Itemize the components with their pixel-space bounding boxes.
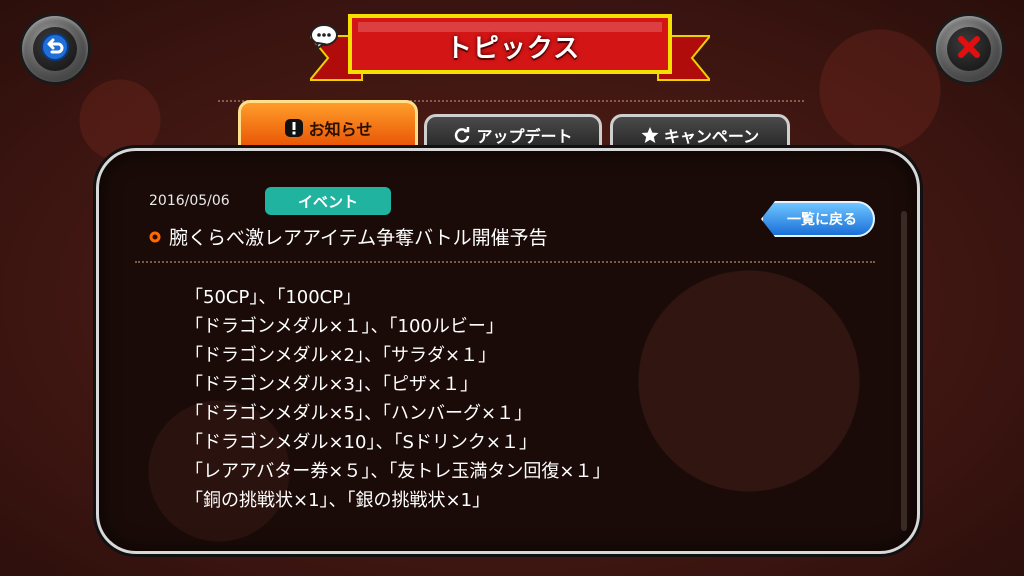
body-line: 「ドラゴンメダル×5」、「ハンバーグ×１」 <box>185 403 533 424</box>
tab-news[interactable]: お知らせ <box>238 100 418 153</box>
article-divider <box>135 261 875 263</box>
article-headline: 腕くらべ激レアアイテム争奪バトル開催予告 <box>149 223 548 250</box>
body-line: 「ドラゴンメダル×2」、「サラダ×１」 <box>185 345 497 366</box>
tab-campaign-label: キャンペーン <box>663 127 760 146</box>
exclamation-icon <box>284 118 304 138</box>
scrollbar[interactable] <box>901 211 907 531</box>
body-line: 「ドラゴンメダル×3」、「ピザ×１」 <box>185 374 479 395</box>
back-to-list-button[interactable]: 一覧に戻る <box>761 201 875 237</box>
article-panel: 2016/05/06 イベント 腕くらべ激レアアイテム争奪バトル開催予告 一覧に… <box>96 148 920 554</box>
back-button[interactable] <box>22 16 88 82</box>
flame-bullet-icon <box>149 231 161 243</box>
back-arrow-icon <box>40 32 70 66</box>
category-badge: イベント <box>265 187 391 215</box>
close-button[interactable] <box>936 16 1002 82</box>
body-line: 「銅の挑戦状×1」、「銀の挑戦状×1」 <box>185 490 491 511</box>
body-line: 「レアアバター券×５」、「友トレ玉満タン回復×１」 <box>185 461 611 482</box>
close-x-icon <box>954 32 984 66</box>
body-line: 「ドラゴンメダル×１」、「100ルビー」 <box>185 316 504 337</box>
page-title: トピックス <box>445 33 581 64</box>
article-date: 2016/05/06 <box>149 193 230 209</box>
star-icon <box>641 126 659 144</box>
article-body: 「50CP」、「100CP」 「ドラゴンメダル×１」、「100ルビー」 「ドラゴ… <box>185 283 610 515</box>
article-title: 腕くらべ激レアアイテム争奪バトル開催予告 <box>169 227 548 249</box>
tab-news-label: お知らせ <box>308 120 373 139</box>
refresh-icon <box>453 126 471 144</box>
body-line: 「50CP」、「100CP」 <box>185 287 362 308</box>
title-banner: トピックス <box>310 14 710 90</box>
tab-update-label: アップデート <box>476 127 573 146</box>
body-line: 「ドラゴンメダル×10」、「Sドリンク×１」 <box>185 432 537 453</box>
